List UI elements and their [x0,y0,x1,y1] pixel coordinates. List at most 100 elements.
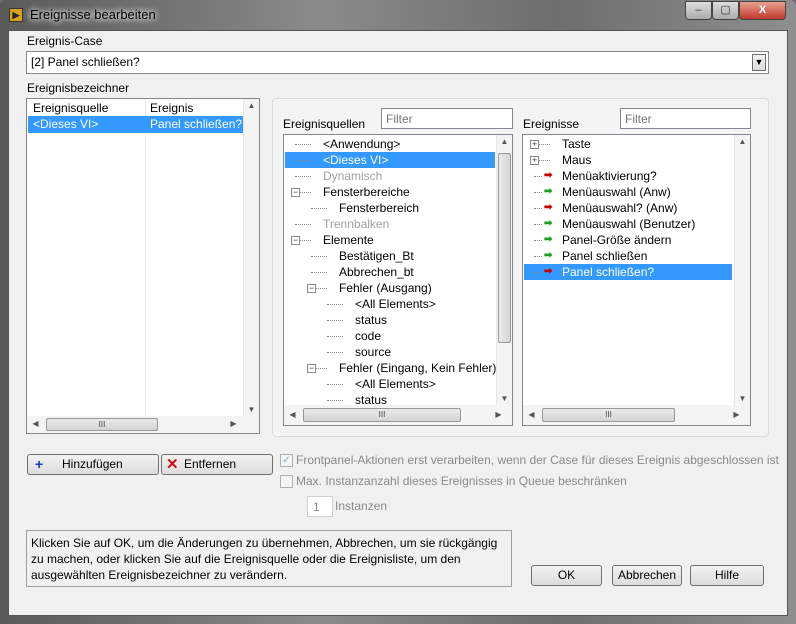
horizontal-scrollbar[interactable]: ◀ III ▶ [523,405,750,425]
tree-connector [534,256,542,257]
sources-filter-input[interactable] [381,108,513,129]
event-item[interactable]: ➡ Panel-Größe ändern [524,232,732,248]
tree-item-label: Trennbalken [323,217,390,231]
tree-item[interactable]: source [285,344,485,360]
tree-item-label: <Anwendung> [323,137,401,151]
cancel-button[interactable]: Abbrechen [612,565,682,586]
event-item[interactable]: ➡ Panel schließen [524,248,732,264]
event-case-select[interactable]: [2] Panel schließen? ▼ [26,51,769,74]
column-header-event[interactable]: Ereignis [150,101,193,115]
scroll-right-icon[interactable]: ▶ [729,410,744,419]
events-filter-input[interactable] [620,108,751,129]
tree-item[interactable]: Dynamisch [285,168,485,184]
tree-connector [534,176,542,177]
tree-item[interactable]: <All Elements> [285,376,485,392]
tree-item[interactable]: − Elemente [285,232,485,248]
help-button[interactable]: Hilfe [690,565,764,586]
help-text: Klicken Sie auf OK, um die Änderungen zu… [26,530,512,587]
close-button[interactable]: X [739,1,786,20]
specifiers-list[interactable]: Ereignisquelle Ereignis <Dieses VI> Pane… [26,98,260,434]
maximize-button[interactable]: ▢ [712,1,739,20]
column-divider [145,99,146,416]
scroll-thumb[interactable]: III [46,418,158,431]
scroll-up-icon[interactable]: ▲ [497,137,512,146]
collapse-icon[interactable]: − [291,188,300,197]
expand-icon[interactable]: + [530,140,539,149]
scroll-right-icon[interactable]: ▶ [491,410,506,419]
remove-button[interactable]: ✕ Entfernen [161,454,273,475]
row-source: <Dieses VI> [33,117,99,131]
tree-item[interactable]: − Fehler (Eingang, Kein Fehler) [285,360,496,376]
tree-item-label: Bestätigen_Bt [339,249,414,263]
event-item[interactable]: + Taste [524,136,732,152]
tree-connector [327,384,343,385]
vertical-scrollbar[interactable]: ▲ ▼ [496,135,512,405]
collapse-icon[interactable]: − [291,236,300,245]
horizontal-scrollbar[interactable]: ◀ III ▶ [284,405,512,425]
tree-connector [327,336,343,337]
event-item[interactable]: ➡ Menüauswahl? (Anw) [524,200,732,216]
scroll-thumb[interactable] [498,153,511,343]
tree-item[interactable]: <Dieses VI> [285,152,495,168]
event-item-label: Panel schließen [562,249,648,263]
scroll-left-icon[interactable]: ◀ [28,419,43,428]
scroll-down-icon[interactable]: ▼ [497,394,512,403]
scroll-up-icon[interactable]: ▲ [244,101,259,110]
tree-connector [327,352,343,353]
scroll-thumb[interactable]: III [542,408,675,422]
event-item[interactable]: ➡ Menüaktivierung? [524,168,732,184]
minimize-button[interactable]: ‒ [685,1,712,20]
plus-icon: + [35,456,44,472]
x-icon: ✕ [166,456,179,473]
tree-item-label: Elemente [323,233,374,247]
collapse-icon[interactable]: − [307,284,316,293]
notify-event-arrow-icon: ➡ [544,250,553,261]
tree-item[interactable]: Bestätigen_Bt [285,248,485,264]
sources-tree[interactable]: <Anwendung> <Dieses VI> Dynamisch − Fensterb… [283,134,513,426]
tree-item[interactable]: <Anwendung> [285,136,485,152]
tree-item[interactable]: − Fehler (Ausgang) [285,280,485,296]
scroll-down-icon[interactable]: ▼ [735,394,750,403]
event-item[interactable]: ➡ Menüauswahl (Anw) [524,184,732,200]
instances-input[interactable]: 1 [307,496,333,517]
notify-event-arrow-icon: ➡ [544,234,553,245]
vertical-scrollbar[interactable]: ▲ ▼ [243,99,259,416]
tree-item-label: Fehler (Eingang, Kein Fehler) [339,361,497,375]
notify-event-arrow-icon: ➡ [544,218,553,229]
scroll-left-icon[interactable]: ◀ [524,410,539,419]
collapse-icon[interactable]: − [307,364,316,373]
tree-item[interactable]: status [285,312,485,328]
event-item-label: Menüauswahl (Anw) [562,185,671,199]
specifiers-label: Ereignisbezeichner [27,81,130,95]
tree-item[interactable]: code [285,328,485,344]
scroll-thumb[interactable]: III [303,408,461,422]
vertical-scrollbar[interactable]: ▲ ▼ [734,135,750,405]
events-tree[interactable]: + Taste + Maus ➡ Menüaktivierung? ➡ Menüauswahl… [522,134,751,426]
tree-item-label: Fensterbereiche [323,185,410,199]
frontpanel-label: Frontpanel-Aktionen erst verarbeiten, we… [296,453,779,467]
tree-item[interactable]: Trennbalken [285,216,485,232]
tree-item[interactable]: − Fensterbereiche [285,184,485,200]
scroll-down-icon[interactable]: ▼ [244,405,259,414]
add-button[interactable]: + Hinzufügen [27,454,159,475]
tree-connector [295,160,311,161]
chevron-down-icon[interactable]: ▼ [752,54,766,71]
limit-checkbox[interactable] [280,475,293,488]
tree-item[interactable]: <All Elements> [285,296,485,312]
ok-button[interactable]: OK [531,565,602,586]
horizontal-scrollbar[interactable]: ◀ III ▶ [27,416,259,433]
sources-label: Ereignisquellen [283,117,366,131]
event-item[interactable]: + Maus [524,152,732,168]
frontpanel-checkbox[interactable]: ✓ [280,454,293,467]
scroll-right-icon[interactable]: ▶ [226,419,241,428]
event-item[interactable]: ➡ Menüauswahl (Benutzer) [524,216,732,232]
tree-item[interactable]: Fensterbereich [285,200,485,216]
table-row[interactable]: <Dieses VI> Panel schließen? [28,116,243,133]
event-item[interactable]: ➡ Panel schließen? [524,264,732,280]
column-header-source[interactable]: Ereignisquelle [33,101,108,115]
scroll-up-icon[interactable]: ▲ [735,137,750,146]
tree-item[interactable]: Abbrechen_bt [285,264,485,280]
event-item-label: Menüauswahl (Benutzer) [562,217,696,231]
expand-icon[interactable]: + [530,156,539,165]
scroll-left-icon[interactable]: ◀ [285,410,300,419]
